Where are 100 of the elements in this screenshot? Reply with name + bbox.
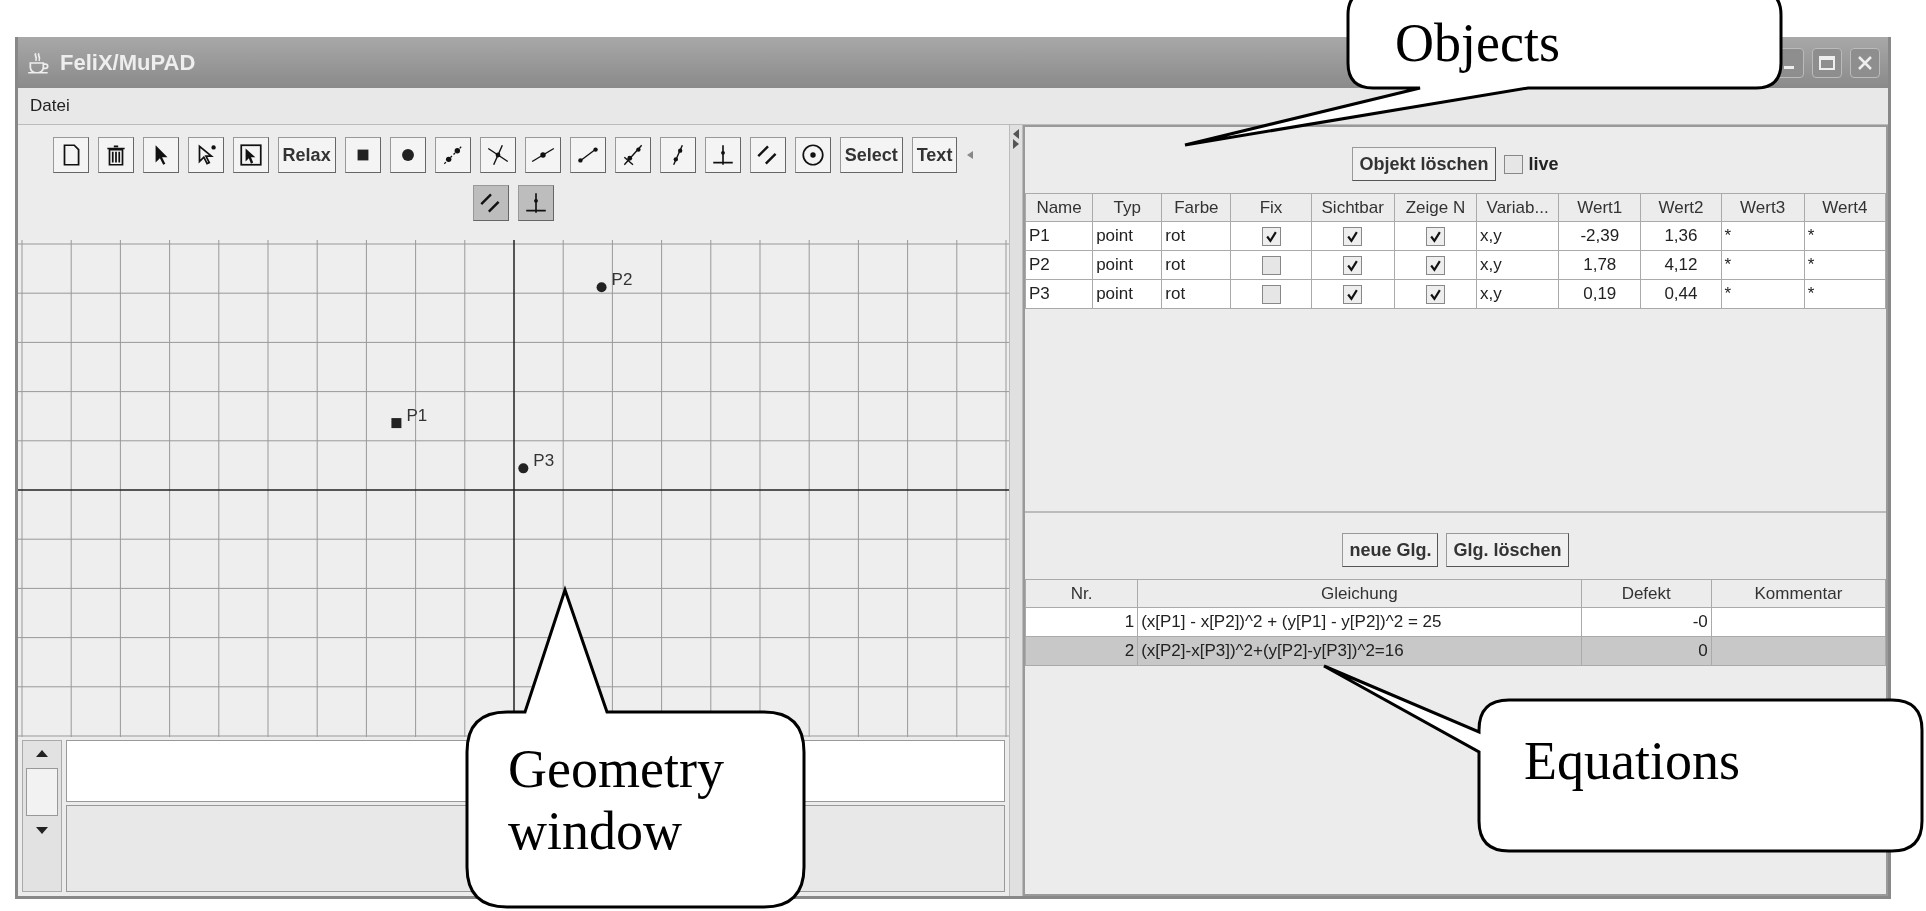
table-cell: 0 [1581, 636, 1712, 666]
column-header[interactable]: Fix [1230, 193, 1312, 222]
table-cell: point [1092, 221, 1162, 251]
tool-button[interactable]: Text [911, 137, 958, 173]
table-cell: 0,19 [1558, 279, 1641, 309]
checkmark-icon [1428, 230, 1442, 244]
table-cell: x,y [1476, 279, 1559, 309]
column-header[interactable]: Wert4 [1804, 193, 1886, 222]
pointer-button[interactable] [187, 137, 224, 173]
parallel-button[interactable] [749, 137, 786, 173]
delete-button[interactable] [97, 137, 134, 173]
tool-button[interactable]: Select [839, 137, 903, 173]
menu-item[interactable]: Datei [30, 93, 70, 119]
checkbox[interactable] [1343, 256, 1363, 276]
intersection-button[interactable] [479, 137, 516, 173]
checkbox[interactable] [1261, 256, 1281, 276]
pointer-button[interactable] [142, 137, 179, 173]
table-cell: rot [1161, 221, 1231, 251]
checkbox[interactable] [1425, 285, 1445, 305]
table-cell: P2 [1025, 250, 1093, 280]
checkbox[interactable] [1503, 154, 1523, 174]
segment-button[interactable] [569, 137, 606, 173]
column-header[interactable]: Wert3 [1721, 193, 1805, 222]
checkbox[interactable] [1261, 285, 1281, 305]
column-header[interactable]: Zeige N [1394, 193, 1477, 222]
select-area-button[interactable] [232, 137, 269, 173]
point-label: P1 [406, 406, 428, 426]
callout-tooltip-text: Geometry window [508, 738, 725, 863]
table-cell: x,y [1476, 221, 1559, 251]
checkmark-icon [1346, 230, 1360, 244]
line-button[interactable] [659, 137, 696, 173]
point-on-line-button[interactable] [524, 137, 561, 173]
new-document-button[interactable] [52, 137, 89, 173]
checkmark-icon [1428, 259, 1442, 273]
column-header[interactable]: Nr. [1025, 579, 1138, 608]
column-header[interactable]: Typ [1092, 193, 1162, 222]
column-header[interactable]: Wert2 [1640, 193, 1722, 222]
column-header[interactable]: Kommentar [1711, 579, 1886, 608]
fixed-point-marker[interactable] [391, 418, 402, 429]
column-header[interactable]: Wert1 [1558, 193, 1641, 222]
collapse-left-icon[interactable] [1012, 129, 1020, 139]
table-cell: 1,36 [1640, 221, 1722, 251]
table-cell: rot [1161, 279, 1231, 309]
table-cell: * [1804, 221, 1886, 251]
point-marker[interactable] [596, 282, 607, 293]
tool-button[interactable]: Relax [277, 137, 336, 173]
checkbox[interactable] [1425, 227, 1445, 247]
scrollbar[interactable] [22, 740, 62, 892]
table-cell: 1 [1025, 607, 1138, 637]
column-header[interactable]: Name [1025, 193, 1093, 222]
compass-button[interactable] [614, 137, 651, 173]
point-button[interactable] [389, 137, 426, 173]
maximize-icon [1818, 53, 1836, 72]
perpendicular-button[interactable] [704, 137, 741, 173]
checkbox[interactable] [1343, 285, 1363, 305]
table-cell: * [1721, 279, 1805, 309]
table-cell: -2,39 [1558, 221, 1641, 251]
scroll-left-icon[interactable] [966, 150, 975, 160]
point-label: P3 [533, 451, 555, 471]
checkmark-icon [1264, 230, 1278, 244]
table-cell: rot [1161, 250, 1231, 280]
callout-tooltip-text: Equations [1524, 730, 1741, 793]
table-cell: * [1721, 250, 1805, 280]
window-title: FeliX/MuPAD [60, 49, 196, 77]
table-cell: * [1804, 279, 1886, 309]
table-cell: 2 [1025, 636, 1138, 666]
checkbox-label[interactable]: live [1528, 150, 1559, 178]
table-cell: P1 [1025, 221, 1093, 251]
column-header[interactable]: Sichtbar [1311, 193, 1395, 222]
checkbox[interactable] [1425, 256, 1445, 276]
maximize-button[interactable] [1812, 47, 1842, 78]
expand-right-icon[interactable] [1012, 139, 1020, 149]
target-icon [799, 142, 826, 168]
table-cell: * [1804, 250, 1886, 280]
delete-object-button[interactable]: Objekt löschen [1352, 147, 1496, 181]
scroll-down-icon [36, 827, 48, 834]
perpendicular-button[interactable] [518, 185, 554, 221]
table-cell: (x[P1] - x[P2])^2 + (y[P1] - y[P2])^2 = 25 [1137, 607, 1582, 637]
delete-equation-button[interactable]: Glg. löschen [1446, 533, 1569, 567]
column-header[interactable]: Variab... [1476, 193, 1559, 222]
point-marker[interactable] [518, 463, 529, 474]
fixed-point-button[interactable] [344, 137, 381, 173]
close-button[interactable] [1850, 47, 1880, 78]
selection-box-icon [237, 142, 264, 168]
table-cell: 1,78 [1558, 250, 1641, 280]
table-cell: P3 [1025, 279, 1093, 309]
scroll-thumb[interactable] [26, 768, 58, 816]
column-header[interactable]: Defekt [1581, 579, 1712, 608]
parallel-button[interactable] [473, 185, 509, 221]
segment-button[interactable] [434, 137, 471, 173]
checkbox[interactable] [1261, 227, 1281, 247]
column-header[interactable]: Gleichung [1137, 579, 1582, 608]
checkbox[interactable] [1343, 227, 1363, 247]
circle-button[interactable] [794, 137, 831, 173]
new-equation-button[interactable]: neue Glg. [1342, 533, 1439, 567]
perpendicular-icon [523, 190, 549, 216]
table-cell: -0 [1581, 607, 1712, 637]
table-cell: x,y [1476, 250, 1559, 280]
checkmark-icon [1346, 288, 1360, 302]
column-header[interactable]: Farbe [1161, 193, 1231, 222]
